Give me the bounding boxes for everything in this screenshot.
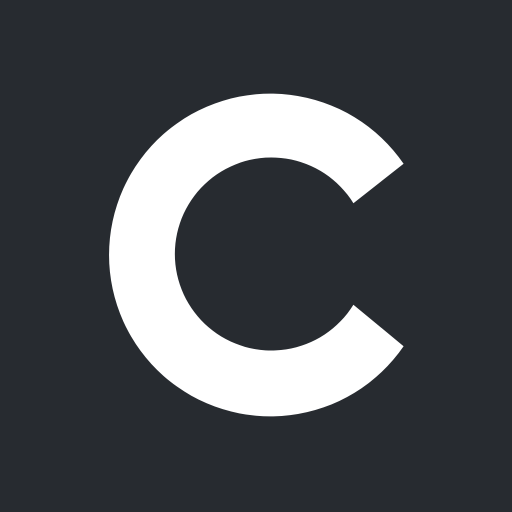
c-logo-icon [109, 93, 404, 417]
app-icon-tile [0, 0, 512, 512]
